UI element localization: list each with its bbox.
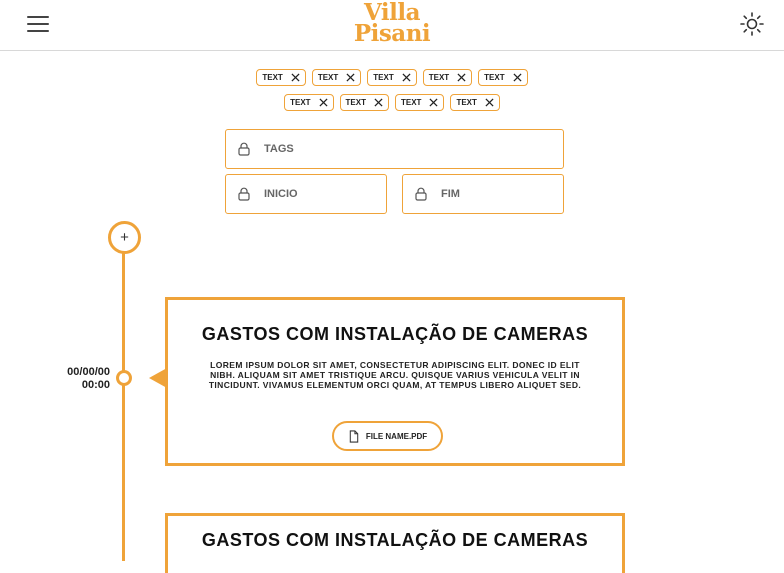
entry-datetime: 00/00/00 00:00: [40, 366, 110, 392]
end-date-input[interactable]: [439, 187, 563, 201]
entry-date: 00/00/00: [67, 366, 110, 378]
close-icon[interactable]: [485, 98, 494, 107]
tag-chip-label: TEXT: [484, 73, 505, 82]
card-title: GASTOS COM INSTALAÇÃO DE CAMERAS: [201, 324, 589, 344]
close-icon[interactable]: [513, 73, 522, 82]
tag-chip-label: TEXT: [401, 98, 422, 107]
close-icon[interactable]: [319, 98, 328, 107]
timeline-card: GASTOS COM INSTALAÇÃO DE CAMERAS LOREM I…: [165, 297, 625, 466]
add-entry-button[interactable]: +: [108, 221, 141, 254]
entry-time: 00:00: [81, 379, 110, 391]
logo-line-2: Pisani: [353, 20, 431, 47]
timeline-card: GASTOS COM INSTALAÇÃO DE CAMERAS: [165, 513, 625, 573]
lock-icon: [415, 187, 427, 201]
file-icon: [349, 429, 359, 443]
close-icon[interactable]: [402, 73, 411, 82]
tag-chip-label: TEXT: [456, 98, 477, 107]
timeline-node: [116, 370, 132, 386]
logo[interactable]: Villa Pisani: [340, 1, 444, 47]
tag-chip[interactable]: TEXT: [339, 94, 389, 111]
tag-chip-label: TEXT: [262, 73, 283, 82]
tag-chip[interactable]: TEXT: [284, 94, 334, 111]
tag-chip[interactable]: TEXT: [478, 69, 528, 86]
card-title: GASTOS COM INSTALAÇÃO DE CAMERAS: [201, 530, 589, 550]
tag-chip-label: TEXT: [290, 98, 311, 107]
end-date-field[interactable]: [402, 174, 564, 214]
tags-field[interactable]: [225, 129, 564, 169]
close-icon[interactable]: [291, 73, 300, 82]
card-description: LOREM IPSUM DOLOR SIT AMET, CONSECTETUR …: [208, 360, 582, 390]
sun-icon[interactable]: [740, 12, 764, 36]
start-date-input[interactable]: [262, 187, 386, 201]
lock-icon: [238, 187, 250, 201]
close-icon[interactable]: [346, 73, 355, 82]
tag-chip-label: TEXT: [428, 73, 450, 82]
tag-chip[interactable]: TEXT: [311, 69, 362, 86]
start-date-field[interactable]: [225, 174, 387, 214]
tag-chip[interactable]: TEXT: [450, 94, 500, 111]
tag-chip[interactable]: TEXT: [367, 69, 417, 86]
tag-chip[interactable]: TEXT: [422, 69, 473, 86]
tag-chips-row-2: TEXT TEXT TEXT TEXT: [0, 94, 784, 111]
hamburger-menu-icon[interactable]: [27, 16, 49, 32]
close-icon[interactable]: [374, 98, 383, 107]
tag-chip-label: TEXT: [373, 73, 394, 82]
tag-chip-label: TEXT: [317, 73, 339, 82]
tags-input[interactable]: [262, 142, 527, 156]
top-bar: Villa Pisani: [0, 0, 784, 51]
timeline-line: [122, 252, 125, 561]
close-icon[interactable]: [457, 73, 466, 82]
tag-chip[interactable]: TEXT: [395, 94, 445, 111]
close-icon[interactable]: [429, 98, 438, 107]
attachment-button[interactable]: FILE NAME.PDF: [332, 421, 443, 451]
plus-icon: +: [120, 229, 129, 246]
tag-chips-row-1: TEXT TEXT TEXT TEXT TEXT: [0, 69, 784, 86]
tag-chip[interactable]: TEXT: [256, 69, 306, 86]
lock-icon: [238, 142, 250, 156]
attachment-name: FILE NAME.PDF: [365, 431, 428, 441]
tag-chip-label: TEXT: [345, 98, 366, 107]
